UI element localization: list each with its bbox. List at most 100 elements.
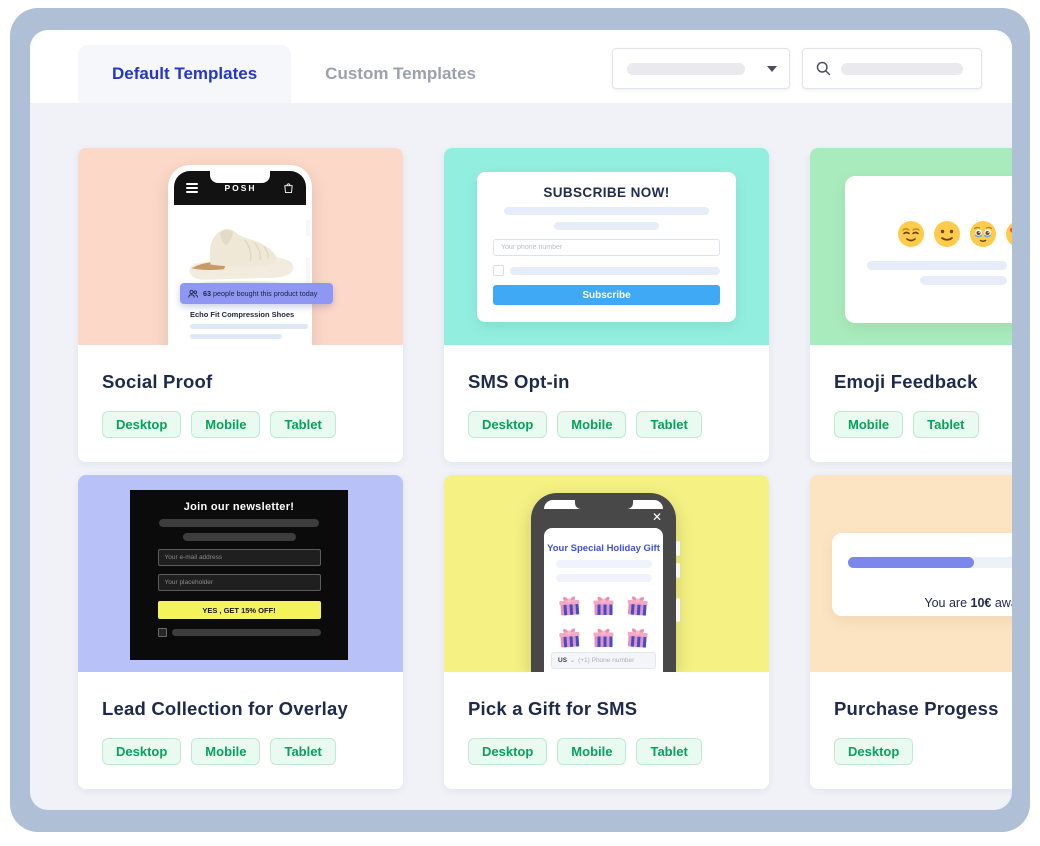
device-badges: Mobile Tablet — [834, 411, 1012, 438]
template-card-social-proof[interactable]: POSH 63 people bought this product today… — [78, 148, 403, 462]
phone-side-button — [676, 563, 680, 578]
consent-checkbox[interactable] — [493, 265, 504, 276]
subscribe-form: SUBSCRIBE NOW! Subscribe — [477, 172, 736, 322]
brand-logo: POSH — [224, 183, 257, 193]
relieved-face-emoji[interactable] — [897, 220, 925, 248]
badge-tablet: Tablet — [270, 411, 336, 438]
pleading-face-emoji[interactable] — [969, 220, 997, 248]
phone-number-input[interactable]: US ⌄ (+1) Phone number — [551, 652, 656, 669]
gift-box-emoji[interactable] — [591, 592, 616, 618]
badge-tablet: Tablet — [636, 738, 702, 765]
phone-app-header: POSH — [174, 171, 306, 205]
sms-opt-in-preview: SUBSCRIBE NOW! Subscribe — [444, 148, 769, 345]
progress-track — [848, 557, 1012, 568]
text-skeleton — [182, 533, 296, 541]
badge-mobile: Mobile — [557, 411, 627, 438]
device-badges: Desktop Mobile Tablet — [102, 738, 379, 765]
caret-down-icon — [767, 65, 777, 72]
social-proof-banner: 63 people bought this product today — [180, 283, 333, 304]
badge-mobile: Mobile — [191, 738, 261, 765]
progress-fill — [848, 557, 974, 568]
hamburger-icon — [186, 181, 198, 195]
phone-number-input[interactable] — [493, 239, 720, 256]
tab-default-templates[interactable]: Default Templates — [78, 45, 292, 103]
product-name: Echo Fit Compression Shoes — [190, 310, 295, 319]
gift-box-emoji[interactable] — [556, 623, 583, 651]
template-card-pick-a-gift[interactable]: ✕ Your Special Holiday Gift US ⌄ (+1) Ph… — [444, 475, 769, 789]
sneaker-product-image — [189, 228, 294, 288]
text-skeleton — [867, 261, 1007, 270]
feedback-panel — [845, 176, 1012, 323]
phone-notch — [210, 171, 270, 183]
gift-row — [544, 592, 663, 618]
phone-mockup: ✕ Your Special Holiday Gift US ⌄ (+1) Ph… — [531, 493, 680, 672]
email-input[interactable] — [157, 549, 321, 566]
purchase-progress-preview: You are 10€ away from FRE — [810, 475, 1012, 672]
badge-desktop: Desktop — [102, 738, 182, 765]
device-badges: Desktop Mobile Tablet — [468, 411, 745, 438]
text-skeleton — [159, 519, 319, 527]
template-grid: POSH 63 people bought this product today… — [30, 103, 1012, 789]
text-skeleton — [555, 560, 652, 568]
template-card-sms-opt-in[interactable]: SUBSCRIBE NOW! Subscribe SMS Opt-in — [444, 148, 769, 462]
caret-down-icon: ⌄ — [570, 658, 576, 664]
phone-placeholder: (+1) Phone number — [578, 657, 635, 664]
phone-notch — [574, 500, 633, 509]
social-proof-preview: POSH 63 people bought this product today… — [78, 148, 403, 345]
offer-button[interactable]: YES , GET 15% OFF! — [157, 601, 321, 619]
badge-desktop: Desktop — [468, 738, 548, 765]
card-footer: Social Proof Desktop Mobile Tablet — [78, 345, 403, 462]
gift-box-emoji[interactable] — [624, 591, 651, 619]
text-skeleton — [554, 222, 659, 230]
badge-tablet: Tablet — [270, 738, 336, 765]
filter-dropdown[interactable] — [612, 48, 790, 89]
popup-title: Your Special Holiday Gift — [547, 543, 660, 554]
phone-side-button — [676, 598, 680, 622]
card-title: SMS Opt-in — [468, 371, 570, 392]
text-skeleton — [509, 266, 720, 275]
card-footer: Lead Collection for Overlay Desktop Mobi… — [78, 672, 403, 789]
card-footer: Purchase Progess Desktop — [810, 672, 1012, 789]
consent-checkbox[interactable] — [157, 628, 167, 637]
badge-desktop: Desktop — [102, 411, 182, 438]
gift-box-emoji[interactable] — [624, 623, 651, 651]
badge-mobile: Mobile — [557, 738, 627, 765]
close-icon[interactable]: ✕ — [652, 511, 662, 523]
tab-bar: Default Templates Custom Templates — [78, 30, 510, 103]
gift-box-emoji[interactable] — [556, 591, 583, 619]
template-card-lead-collection[interactable]: Join our newsletter! YES , GET 15% OFF! … — [78, 475, 403, 789]
badge-mobile: Mobile — [191, 411, 261, 438]
people-icon — [188, 289, 198, 298]
card-title: Purchase Progess — [834, 698, 999, 719]
gift-row — [544, 624, 663, 650]
template-card-purchase-progress[interactable]: You are 10€ away from FRE Purchase Proge… — [810, 475, 1012, 789]
heart-eyes-face-emoji[interactable] — [1005, 220, 1012, 248]
search-input[interactable] — [802, 48, 982, 89]
card-title: Lead Collection for Overlay — [102, 698, 348, 719]
gift-box-emoji[interactable] — [591, 624, 616, 650]
shopping-bag-icon — [284, 183, 293, 194]
device-badges: Desktop Mobile Tablet — [468, 738, 745, 765]
device-badges: Desktop — [834, 738, 1012, 765]
banner-text: 63 people bought this product today — [203, 289, 318, 298]
dropdown-value-skeleton — [627, 62, 745, 75]
progress-panel: You are 10€ away from FRE — [832, 533, 1012, 616]
placeholder-input[interactable] — [157, 574, 321, 591]
template-card-emoji-feedback[interactable]: Emoji Feedback Mobile Tablet — [810, 148, 1012, 462]
card-title: Pick a Gift for SMS — [468, 698, 638, 719]
emoji-row — [897, 220, 1012, 248]
text-skeleton — [504, 207, 709, 215]
toolbar — [612, 48, 982, 89]
subscribe-button[interactable]: Subscribe — [493, 285, 720, 305]
slightly-smiling-face-emoji[interactable] — [933, 220, 961, 248]
tab-custom-templates[interactable]: Custom Templates — [291, 45, 510, 103]
country-code[interactable]: US — [558, 657, 567, 664]
phone-side-button — [306, 220, 310, 236]
text-skeleton — [555, 574, 652, 582]
badge-desktop: Desktop — [834, 738, 914, 765]
badge-tablet: Tablet — [636, 411, 702, 438]
card-footer: Emoji Feedback Mobile Tablet — [810, 345, 1012, 462]
device-badges: Desktop Mobile Tablet — [102, 411, 379, 438]
card-title: Emoji Feedback — [834, 371, 978, 392]
card-footer: Pick a Gift for SMS Desktop Mobile Table… — [444, 672, 769, 789]
